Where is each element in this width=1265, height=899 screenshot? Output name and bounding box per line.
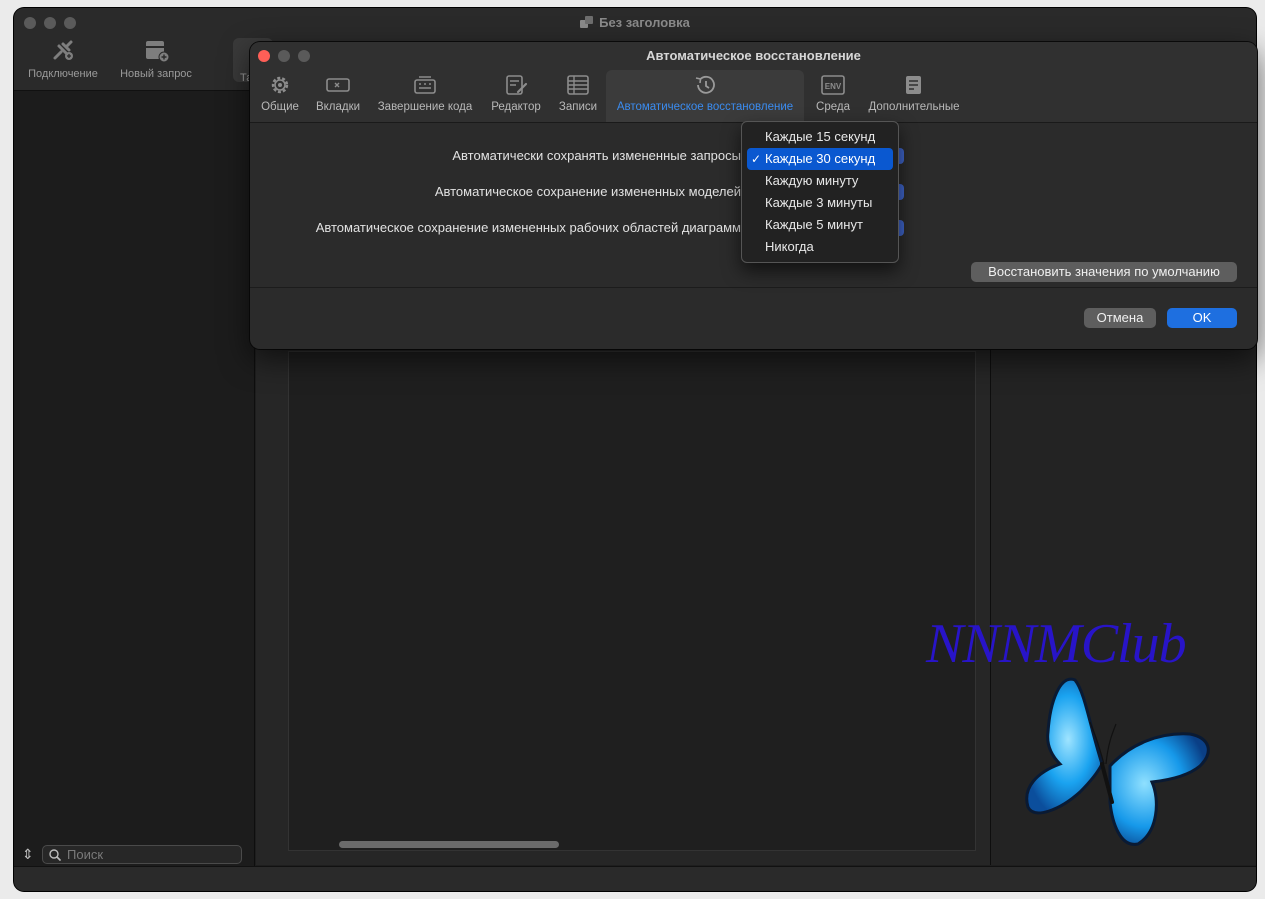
tab-advanced-label: Дополнительные [868,101,960,113]
sidebar-search-input[interactable]: Поиск [42,845,242,864]
horizontal-scrollbar[interactable] [339,841,559,848]
keyboard-icon [414,76,436,94]
menu-item-1-minute[interactable]: Каждую минуту [747,170,893,192]
watermark-text: NNNMClub [926,613,1187,675]
autosave-diagrams-label: Автоматическое сохранение измененных раб… [315,220,741,235]
preferences-title: Автоматическое восстановление [646,48,861,63]
tab-tabs[interactable]: Вкладки [312,70,364,122]
history-icon [695,75,715,94]
tab-general[interactable]: Общие [256,70,304,122]
tab-code-completion[interactable]: Завершение кода [373,70,477,122]
tab-general-label: Общие [261,101,299,113]
new-query-button[interactable]: Новый запрос [108,38,204,80]
autosave-models-label: Автоматическое сохранение измененных мод… [434,184,741,199]
tab-icon [326,78,350,92]
connection-button[interactable]: Подключение [15,38,111,80]
plug-icon [53,40,73,60]
document-icon [906,76,921,94]
ok-button[interactable]: OK [1167,308,1237,328]
tab-auto-recovery-label: Автоматическое восстановление [616,101,794,113]
tab-auto-recovery[interactable]: Автоматическое восстановление [606,70,804,122]
edit-icon [506,75,528,95]
menu-item-label: Каждые 3 минуты [765,195,873,210]
checkmark-icon: ✓ [751,152,762,166]
menu-item-label: Каждую минуту [765,173,859,188]
menu-item-30-seconds[interactable]: ✓ Каждые 30 секунд [747,148,893,170]
preferences-header: Автоматическое восстановление Общие Вкла… [250,42,1257,123]
tab-records[interactable]: Записи [553,70,603,122]
menu-item-label: Каждые 30 секунд [765,151,876,166]
connections-sidebar: ⇕ Поиск [14,91,255,867]
tab-environment[interactable]: ENV Среда [810,70,856,122]
butterfly-image [1025,677,1210,846]
main-window-title-text: Без заголовка [599,15,690,30]
menu-item-15-seconds[interactable]: Каждые 15 секунд [747,126,893,148]
menu-item-label: Никогда [765,239,814,254]
tab-environment-label: Среда [816,101,850,113]
tab-editor[interactable]: Редактор [486,70,546,122]
gear-icon [271,76,289,94]
connection-label: Подключение [28,68,98,80]
restore-defaults-button[interactable]: Восстановить значения по умолчанию [971,262,1237,282]
preferences-divider [250,287,1257,288]
menu-item-5-minutes[interactable]: Каждые 5 минут [747,214,893,236]
menu-item-3-minutes[interactable]: Каждые 3 минуты [747,192,893,214]
tab-records-label: Записи [558,101,598,113]
cancel-button[interactable]: Отмена [1084,308,1156,328]
sort-icon[interactable]: ⇕ [22,846,42,863]
menu-item-never[interactable]: Никогда [747,236,893,258]
sidebar-search-row: ⇕ Поиск [22,845,242,864]
new-query-label: Новый запрос [120,68,192,80]
menu-item-label: Каждые 5 минут [765,217,863,232]
table-icon [567,75,589,95]
database-icon [580,16,594,28]
tab-advanced[interactable]: Дополнительные [864,70,964,122]
tab-code-completion-label: Завершение кода [377,101,473,113]
svg-text:ENV: ENV [825,82,842,91]
search-placeholder: Поиск [67,847,104,862]
autosave-queries-label: Автоматически сохранять измененные запро… [452,148,741,163]
new-query-icon [146,41,170,63]
main-window-title: Без заголовка [14,15,1256,30]
object-list-pane[interactable] [288,351,976,851]
search-icon [49,848,61,861]
tab-editor-label: Редактор [491,101,541,113]
autosave-interval-menu: Каждые 15 секунд ✓ Каждые 30 секунд Кажд… [741,121,899,263]
status-bar [14,866,1256,891]
menu-item-label: Каждые 15 секунд [765,129,876,144]
tab-tabs-label: Вкладки [315,101,361,113]
env-icon: ENV [821,75,845,95]
